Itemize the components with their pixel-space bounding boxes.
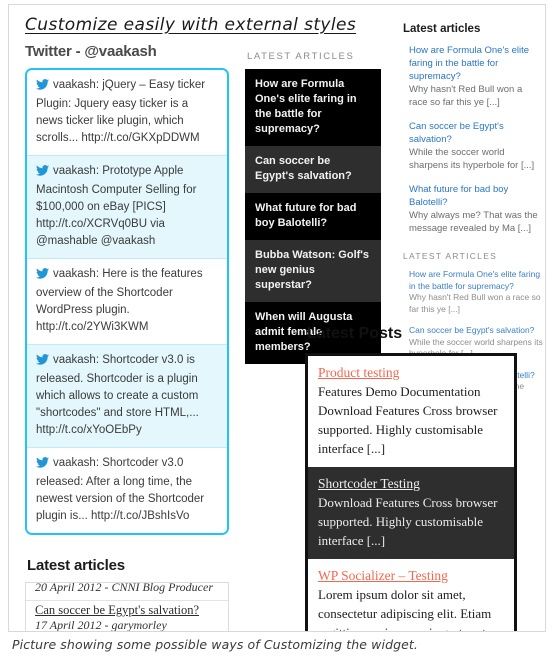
figure-caption: Picture showing some possible ways of Cu… [12,637,419,652]
list-item[interactable]: WP Socializer – Testing Lorem ipsum dolo… [308,559,514,631]
latest-articles-left-heading: Latest articles [27,557,125,574]
list-item[interactable]: How are Formula One's elite faring in th… [409,269,543,315]
tweet-text: vaakash: Prototype Apple Macintosh Compu… [36,165,197,247]
article-link[interactable]: Can soccer be Egypt's salvation? [409,120,543,146]
widget-screenshot-frame: Customize easily with external styles Tw… [8,4,546,632]
list-item[interactable]: Shortcoder Testing Download Features Cro… [308,467,514,559]
list-item[interactable]: How are Formula One's elite 20 April 201… [26,582,228,601]
post-link[interactable]: WP Socializer – Testing [318,566,504,585]
page-title: Customize easily with external styles [25,15,357,35]
tweet-item[interactable]: vaakash: Prototype Apple Macintosh Compu… [27,156,227,259]
post-link[interactable]: Shortcoder Testing [318,474,504,493]
article-date: 20 April 2012 - CNNI Blog Producer [35,582,213,594]
figure-container: Customize easily with external styles Tw… [0,0,554,660]
list-item[interactable]: What future for bad boy Balotelli? Why a… [409,183,543,235]
latest-articles-left-box: How are Formula One's elite 20 April 201… [25,582,229,632]
tweet-item[interactable]: vaakash: jQuery – Easy ticker Plugin: Jq… [27,70,227,156]
list-item[interactable]: Bubba Watson: Golf's new genius supersta… [245,240,381,302]
list-item[interactable]: How are Formula One's elite faring in th… [245,69,381,146]
tweet-text: vaakash: Here is the features overview o… [36,268,203,333]
post-excerpt: Download Features Cross browser supporte… [318,495,498,548]
middle-column: LATEST ARTICLES How are Formula One's el… [245,51,381,364]
article-excerpt: Why hasn't Red Bull won a race so far th… [409,84,523,108]
twitter-bird-icon [36,354,49,371]
twitter-bird-icon [36,457,49,474]
left-column: Twitter - @vaakash vaakash: jQuery – Eas… [25,43,233,632]
tweet-item[interactable]: vaakash: Shortcoder v3.0 released: After… [27,448,227,533]
latest-posts-box: Product testing Features Demo Documentat… [305,353,517,631]
post-excerpt: Lorem ipsum dolor sit amet, consectetur … [318,587,492,631]
article-excerpt: Why always me? That was the message reve… [409,210,538,234]
list-item[interactable]: Can soccer be Egypt's salvation? 17 Apri… [26,601,228,632]
article-link[interactable]: How are Formula One's elite faring in th… [409,44,543,83]
latest-articles-dark-box: How are Formula One's elite faring in th… [245,69,381,364]
article-excerpt: While the soccer world sharpens its hype… [409,147,535,171]
latest-articles-left-scroller: How are Formula One's elite 20 April 201… [26,582,228,632]
tweet-text: vaakash: jQuery – Easy ticker Plugin: Jq… [36,79,206,144]
article-link[interactable]: How are Formula One's elite faring in th… [409,269,543,292]
latest-posts-section: Latest Posts Product testing Features De… [305,325,541,631]
list-item[interactable]: Product testing Features Demo Documentat… [308,356,514,467]
latest-articles-dark-heading: LATEST ARTICLES [247,51,355,62]
twitter-widget-box: vaakash: jQuery – Easy ticker Plugin: Jq… [25,68,229,535]
twitter-bird-icon [36,79,49,96]
tweet-item[interactable]: vaakash: Shortcoder v3.0 is released. Sh… [27,345,227,448]
list-item[interactable]: What future for bad boy Balotelli? [245,193,381,240]
twitter-bird-icon [36,268,49,285]
tweet-item[interactable]: vaakash: Here is the features overview o… [27,259,227,345]
twitter-bird-icon [36,165,49,182]
latest-articles-right-bottom-heading: LATEST ARTICLES [403,251,498,261]
twitter-widget-heading: Twitter - @vaakash [25,43,157,60]
post-link[interactable]: Product testing [318,363,504,382]
tweet-text: vaakash: Shortcoder v3.0 is released. Sh… [36,354,199,436]
article-link[interactable]: What future for bad boy Balotelli? [409,183,543,209]
list-item[interactable]: Can soccer be Egypt's salvation? While t… [409,120,543,172]
list-item[interactable]: Can soccer be Egypt's salvation? [245,146,381,193]
post-excerpt: Features Demo Documentation Download Fea… [318,384,498,456]
latest-posts-heading: Latest Posts [307,325,403,342]
list-item[interactable]: How are Formula One's elite faring in th… [409,44,543,109]
article-excerpt: Why hasn't Red Bull won a race so far th… [409,292,541,314]
latest-articles-right-top-heading: Latest articles [403,23,481,35]
tweet-text: vaakash: Shortcoder v3.0 released: After… [36,457,205,522]
article-link[interactable]: Can soccer be Egypt's salvation? [35,603,219,618]
article-date: 17 April 2012 - garymorley [35,618,167,632]
